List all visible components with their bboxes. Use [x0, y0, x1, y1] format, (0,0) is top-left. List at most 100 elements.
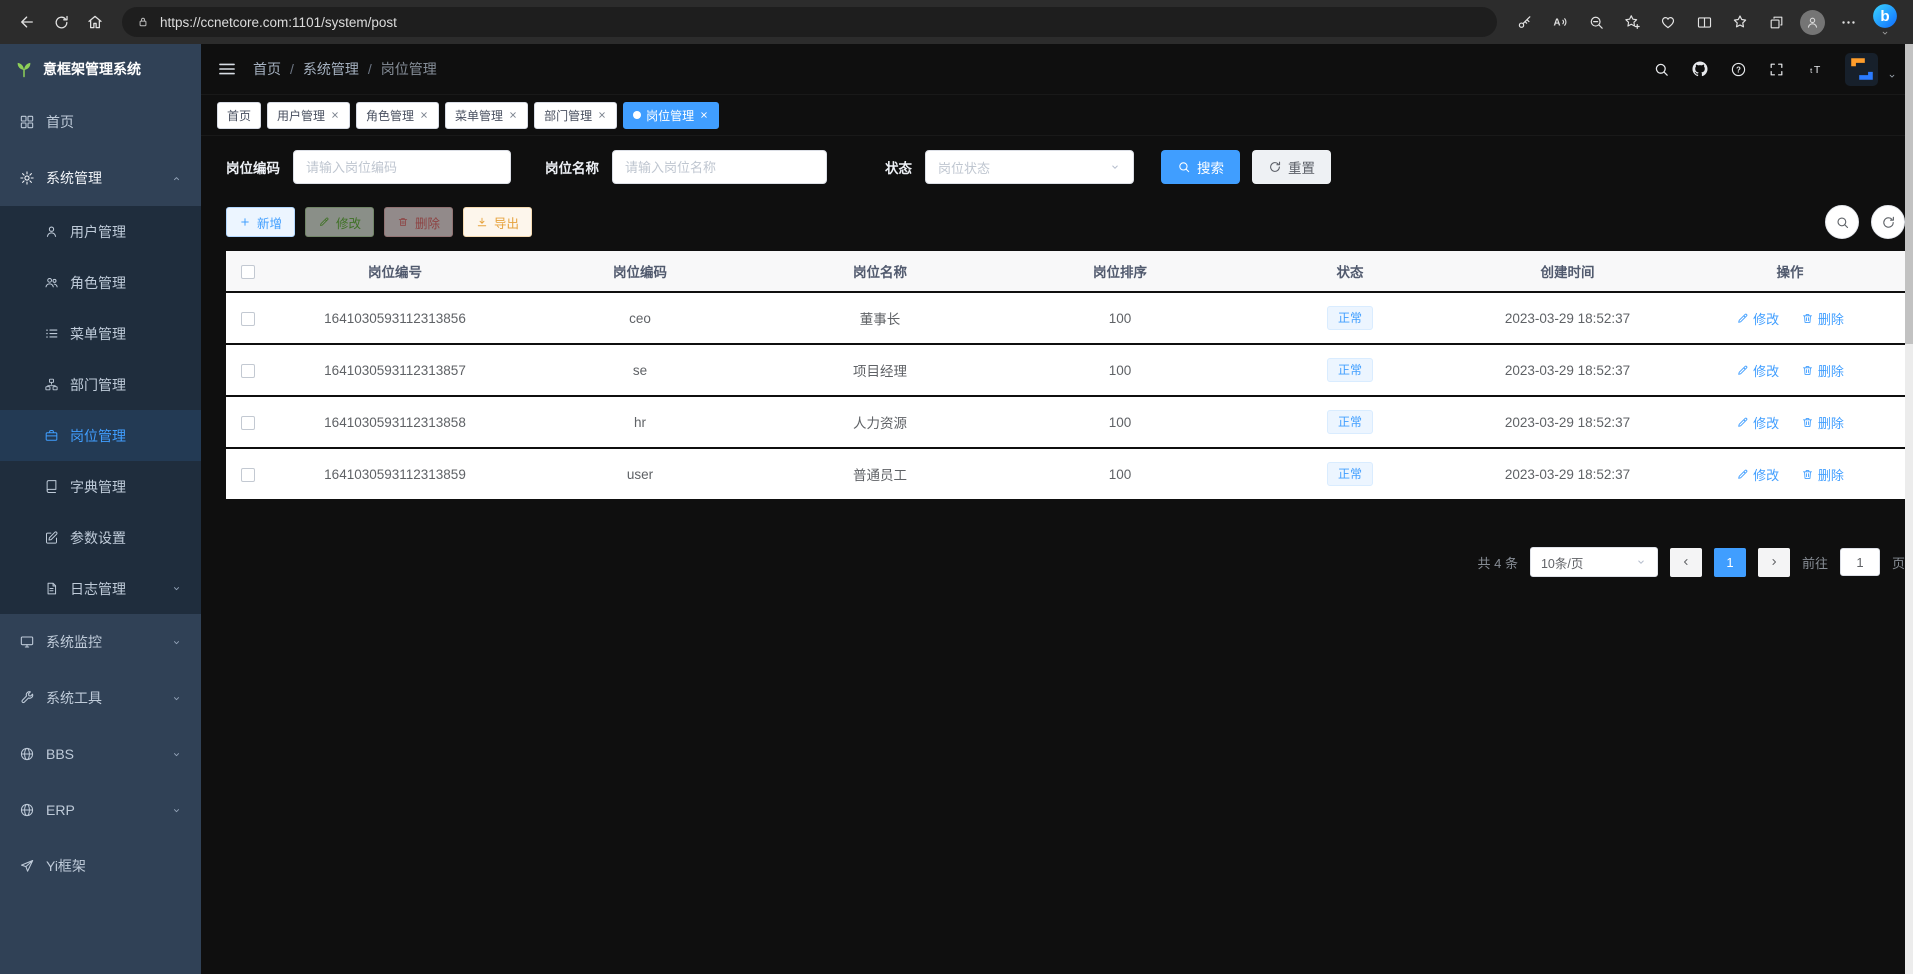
scrollbar-thumb[interactable]: [1905, 44, 1913, 344]
address-bar[interactable]: https://ccnetcore.com:1101/system/post: [122, 7, 1497, 37]
breadcrumb-system-mgmt[interactable]: 系统管理: [303, 59, 359, 79]
close-icon[interactable]: [508, 110, 518, 120]
row-checkbox[interactable]: [241, 416, 255, 430]
post-name-label: 岗位名称: [545, 157, 599, 177]
sidebar-item-system-mgmt[interactable]: 系统管理: [0, 150, 201, 206]
row-checkbox[interactable]: [241, 468, 255, 482]
plus-icon: [239, 216, 251, 228]
col-label: 操作: [1777, 265, 1804, 280]
sidebar-item-param-settings[interactable]: 参数设置: [0, 512, 201, 563]
close-icon[interactable]: [330, 110, 340, 120]
row-edit-link[interactable]: 修改: [1736, 413, 1779, 432]
tab-menu-mgmt[interactable]: 菜单管理: [445, 102, 528, 129]
tab-dept-mgmt[interactable]: 部门管理: [534, 102, 617, 129]
tab-home[interactable]: 首页: [217, 102, 261, 129]
search-button[interactable]: 搜索: [1161, 150, 1240, 184]
svg-text:b: b: [1880, 8, 1889, 25]
sidebar-item-yi-framework[interactable]: Yi框架: [0, 838, 201, 894]
row-checkbox[interactable]: [241, 364, 255, 378]
close-icon[interactable]: [699, 110, 709, 120]
user-avatar[interactable]: [1845, 53, 1878, 86]
goto-page-input[interactable]: [1840, 548, 1880, 576]
font-size-button[interactable]: [1806, 60, 1824, 78]
checkbox-cell: [226, 396, 270, 448]
settings-menu-button[interactable]: [1831, 5, 1865, 39]
sidebar-item-user-mgmt[interactable]: 用户管理: [0, 206, 201, 257]
export-icon: [476, 216, 488, 228]
sidebar-item-role-mgmt[interactable]: 角色管理: [0, 257, 201, 308]
github-button[interactable]: [1691, 60, 1709, 78]
help-button[interactable]: [1730, 61, 1747, 78]
sidebar-toggle-button[interactable]: [217, 59, 237, 79]
row-delete-link[interactable]: 删除: [1801, 309, 1844, 328]
sidebar-item-system-tools[interactable]: 系统工具: [0, 670, 201, 726]
reload-button[interactable]: [44, 5, 78, 39]
select-all-checkbox[interactable]: [241, 265, 255, 279]
profile-button[interactable]: [1795, 5, 1829, 39]
post-code-input[interactable]: [293, 150, 511, 184]
refresh-table-button[interactable]: [1871, 205, 1905, 239]
active-tab-dot: [633, 111, 641, 119]
browser-essentials-button[interactable]: [1651, 5, 1685, 39]
row-delete-link[interactable]: 删除: [1801, 465, 1844, 484]
export-button[interactable]: 导出: [463, 207, 532, 237]
sidebar-item-system-monitor[interactable]: 系统监控: [0, 614, 201, 670]
split-screen-button[interactable]: [1687, 5, 1721, 39]
refresh-icon: [1268, 160, 1282, 174]
page-scrollbar: [1905, 44, 1913, 974]
delete-button[interactable]: 删除: [384, 207, 453, 237]
close-icon[interactable]: [597, 110, 607, 120]
sidebar-item-home[interactable]: 首页: [0, 94, 201, 150]
fullscreen-button[interactable]: [1768, 61, 1785, 78]
reset-button[interactable]: 重置: [1252, 150, 1331, 184]
row-edit-link[interactable]: 修改: [1736, 465, 1779, 484]
favorites-button[interactable]: [1723, 5, 1757, 39]
leaf-icon: [14, 59, 34, 79]
close-icon[interactable]: [419, 110, 429, 120]
sidebar-item-label: 首页: [46, 112, 74, 132]
edit-icon: [1736, 468, 1749, 481]
sidebar-item-dept-mgmt[interactable]: 部门管理: [0, 359, 201, 410]
row-checkbox[interactable]: [241, 312, 255, 326]
page-button-1[interactable]: 1: [1714, 548, 1746, 577]
status-select[interactable]: 岗位状态: [925, 150, 1134, 184]
back-icon: [18, 13, 36, 31]
passwords-button[interactable]: [1507, 5, 1541, 39]
status-badge: 正常: [1327, 462, 1373, 486]
param-icon: [44, 530, 59, 545]
sidebar-item-log-mgmt[interactable]: 日志管理: [0, 563, 201, 614]
tab-post-mgmt[interactable]: 岗位管理: [623, 102, 719, 129]
home-button[interactable]: [78, 5, 112, 39]
edit-button[interactable]: 修改: [305, 207, 374, 237]
sidebar-item-post-mgmt[interactable]: 岗位管理: [0, 410, 201, 461]
row-delete-link[interactable]: 删除: [1801, 413, 1844, 432]
read-aloud-button[interactable]: [1543, 5, 1577, 39]
tab-user-mgmt[interactable]: 用户管理: [267, 102, 350, 129]
sidebar-item-dict-mgmt[interactable]: 字典管理: [0, 461, 201, 512]
add-button[interactable]: 新增: [226, 207, 295, 237]
search-icon: [1653, 61, 1670, 78]
collections-button[interactable]: [1759, 5, 1793, 39]
toggle-search-button[interactable]: [1825, 205, 1859, 239]
row-delete-link[interactable]: 删除: [1801, 361, 1844, 380]
header-search-button[interactable]: [1653, 61, 1670, 78]
breadcrumb-current: 岗位管理: [381, 59, 437, 79]
prev-page-button[interactable]: [1670, 548, 1702, 577]
cell-create-time: 2023-03-29 18:52:37: [1460, 396, 1675, 448]
user-menu-caret[interactable]: [1887, 71, 1897, 81]
zoom-button[interactable]: [1579, 5, 1613, 39]
row-edit-link[interactable]: 修改: [1736, 309, 1779, 328]
sidebar-item-bbs[interactable]: BBS: [0, 726, 201, 782]
tab-role-mgmt[interactable]: 角色管理: [356, 102, 439, 129]
page-size-select[interactable]: 10条/页: [1530, 547, 1658, 577]
breadcrumb-home[interactable]: 首页: [253, 59, 281, 79]
sidebar-item-menu-mgmt[interactable]: 菜单管理: [0, 308, 201, 359]
back-button[interactable]: [10, 5, 44, 39]
row-edit-link[interactable]: 修改: [1736, 361, 1779, 380]
copilot-dropdown-icon[interactable]: [1880, 28, 1890, 38]
sidebar-item-erp[interactable]: ERP: [0, 782, 201, 838]
copilot-button[interactable]: b: [1867, 0, 1903, 44]
add-favorite-button[interactable]: [1615, 5, 1649, 39]
post-name-input[interactable]: [612, 150, 827, 184]
next-page-button[interactable]: [1758, 548, 1790, 577]
